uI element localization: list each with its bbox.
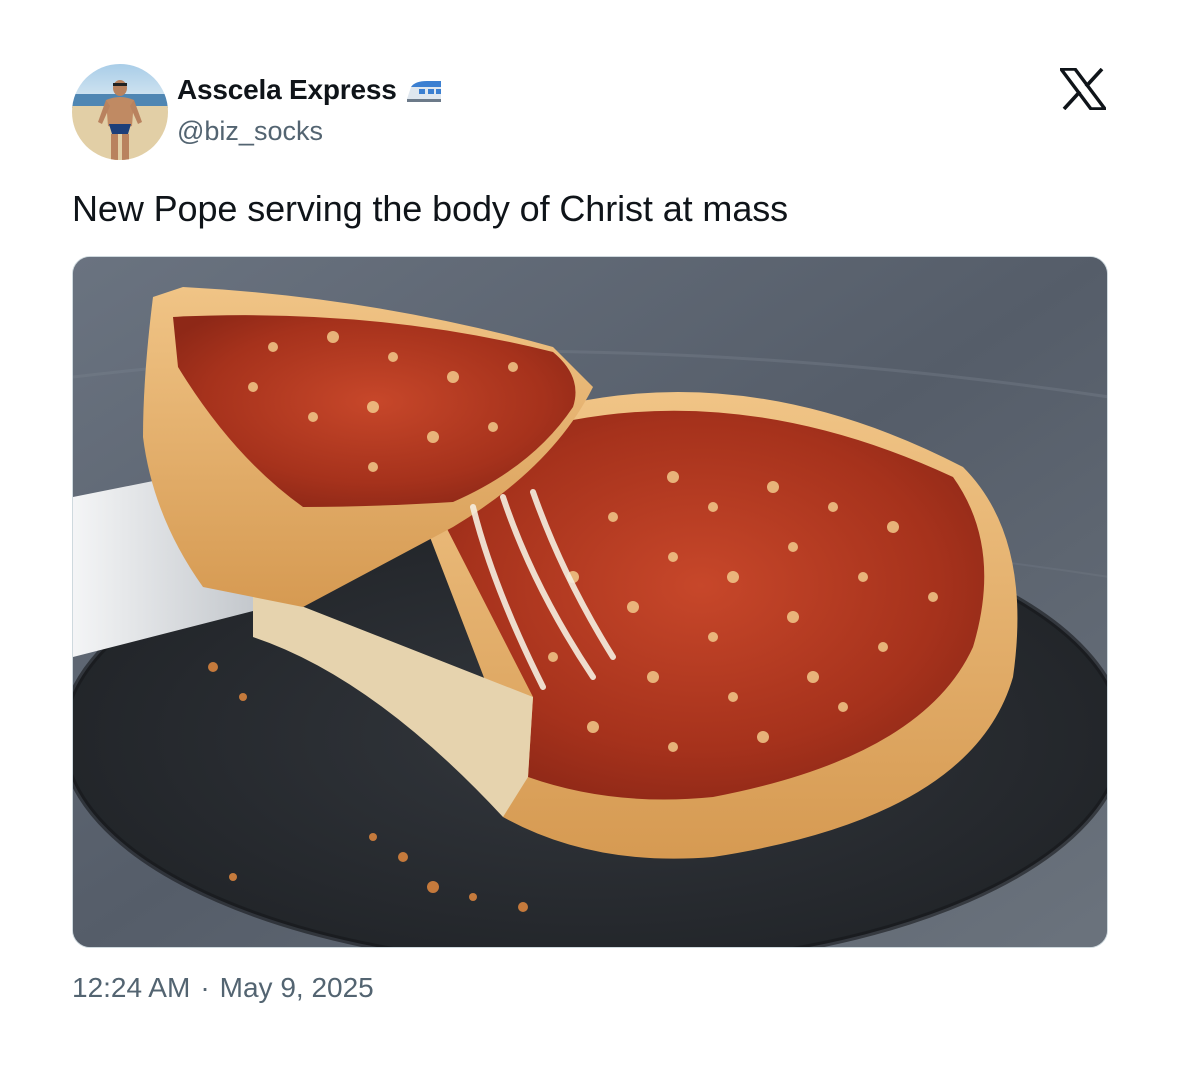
profile-photo-icon (72, 64, 168, 160)
x-logo-icon[interactable] (1057, 67, 1109, 111)
author-name-row: Asscela Express (177, 72, 445, 108)
author-handle[interactable]: @biz_socks (177, 116, 323, 147)
deep-dish-pizza-photo-icon (73, 257, 1107, 947)
tweet-text: New Pope serving the body of Christ at m… (72, 188, 789, 229)
tweet-date[interactable]: May 9, 2025 (220, 972, 374, 1004)
tweet-media-image[interactable] (72, 256, 1108, 948)
author-display-name[interactable]: Asscela Express (177, 74, 397, 106)
meta-separator: · (200, 972, 210, 1003)
high-speed-train-icon (405, 75, 445, 105)
tweet-card: Asscela Express @biz_socks New Pope serv… (0, 0, 1180, 1076)
tweet-time[interactable]: 12:24 AM (72, 972, 190, 1004)
author-avatar[interactable] (72, 64, 168, 160)
tweet-timestamp: 12:24 AM · May 9, 2025 (72, 972, 374, 1004)
